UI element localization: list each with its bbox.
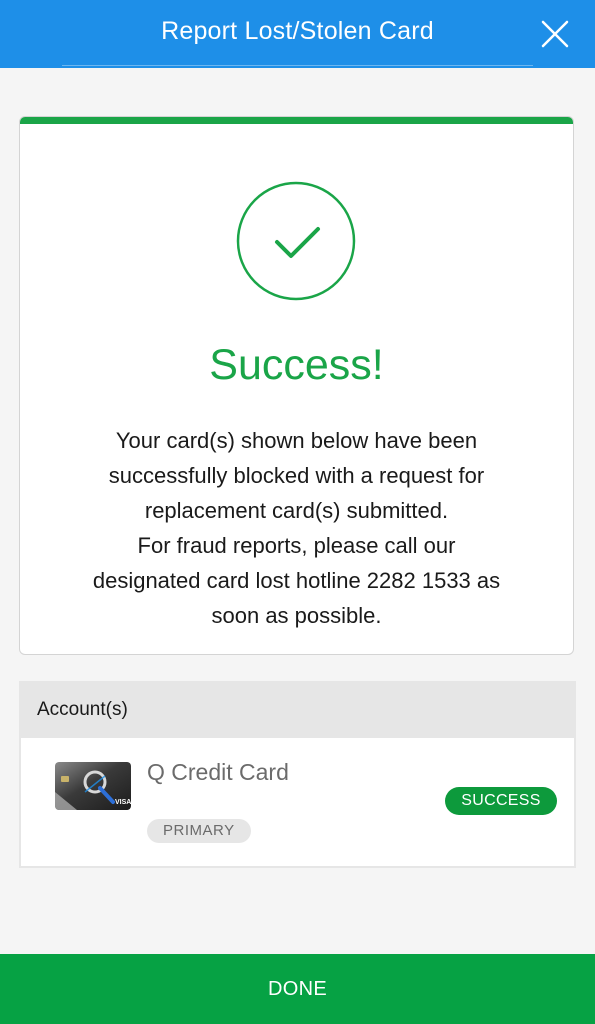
primary-tag: PRIMARY bbox=[147, 819, 251, 843]
card-accent-bar bbox=[20, 117, 573, 124]
success-message: Your card(s) shown below have been succe… bbox=[40, 423, 553, 633]
message-line: successfully blocked with a request for bbox=[108, 463, 485, 488]
result-card: Success! Your card(s) shown below have b… bbox=[19, 116, 574, 655]
message-line: soon as possible. bbox=[211, 603, 382, 628]
message-line: Your card(s) shown below have been bbox=[115, 428, 478, 453]
message-line: For fraud reports, please call our bbox=[137, 533, 456, 558]
close-button[interactable] bbox=[535, 14, 575, 54]
message-line: replacement card(s) submitted. bbox=[144, 498, 449, 523]
checkmark-circle-icon bbox=[236, 181, 356, 301]
app-header: Report Lost/Stolen Card bbox=[0, 0, 595, 68]
accounts-section: Account(s) VISA Q Credit Card PRIMARY SU… bbox=[19, 681, 576, 868]
close-icon bbox=[541, 20, 569, 48]
status-badge: SUCCESS bbox=[445, 787, 557, 815]
svg-text:VISA: VISA bbox=[115, 799, 131, 806]
accounts-header: Account(s) bbox=[21, 683, 574, 738]
card-name: Q Credit Card bbox=[147, 759, 289, 785]
header-divider bbox=[62, 65, 533, 66]
message-line: designated card lost hotline 2282 1533 a… bbox=[92, 568, 501, 593]
accounts-header-label: Account(s) bbox=[37, 699, 128, 720]
page-title: Report Lost/Stolen Card bbox=[161, 17, 434, 45]
done-button[interactable]: DONE bbox=[0, 954, 595, 1024]
success-title: Success! bbox=[209, 341, 384, 389]
credit-card-image: VISA bbox=[55, 762, 131, 810]
